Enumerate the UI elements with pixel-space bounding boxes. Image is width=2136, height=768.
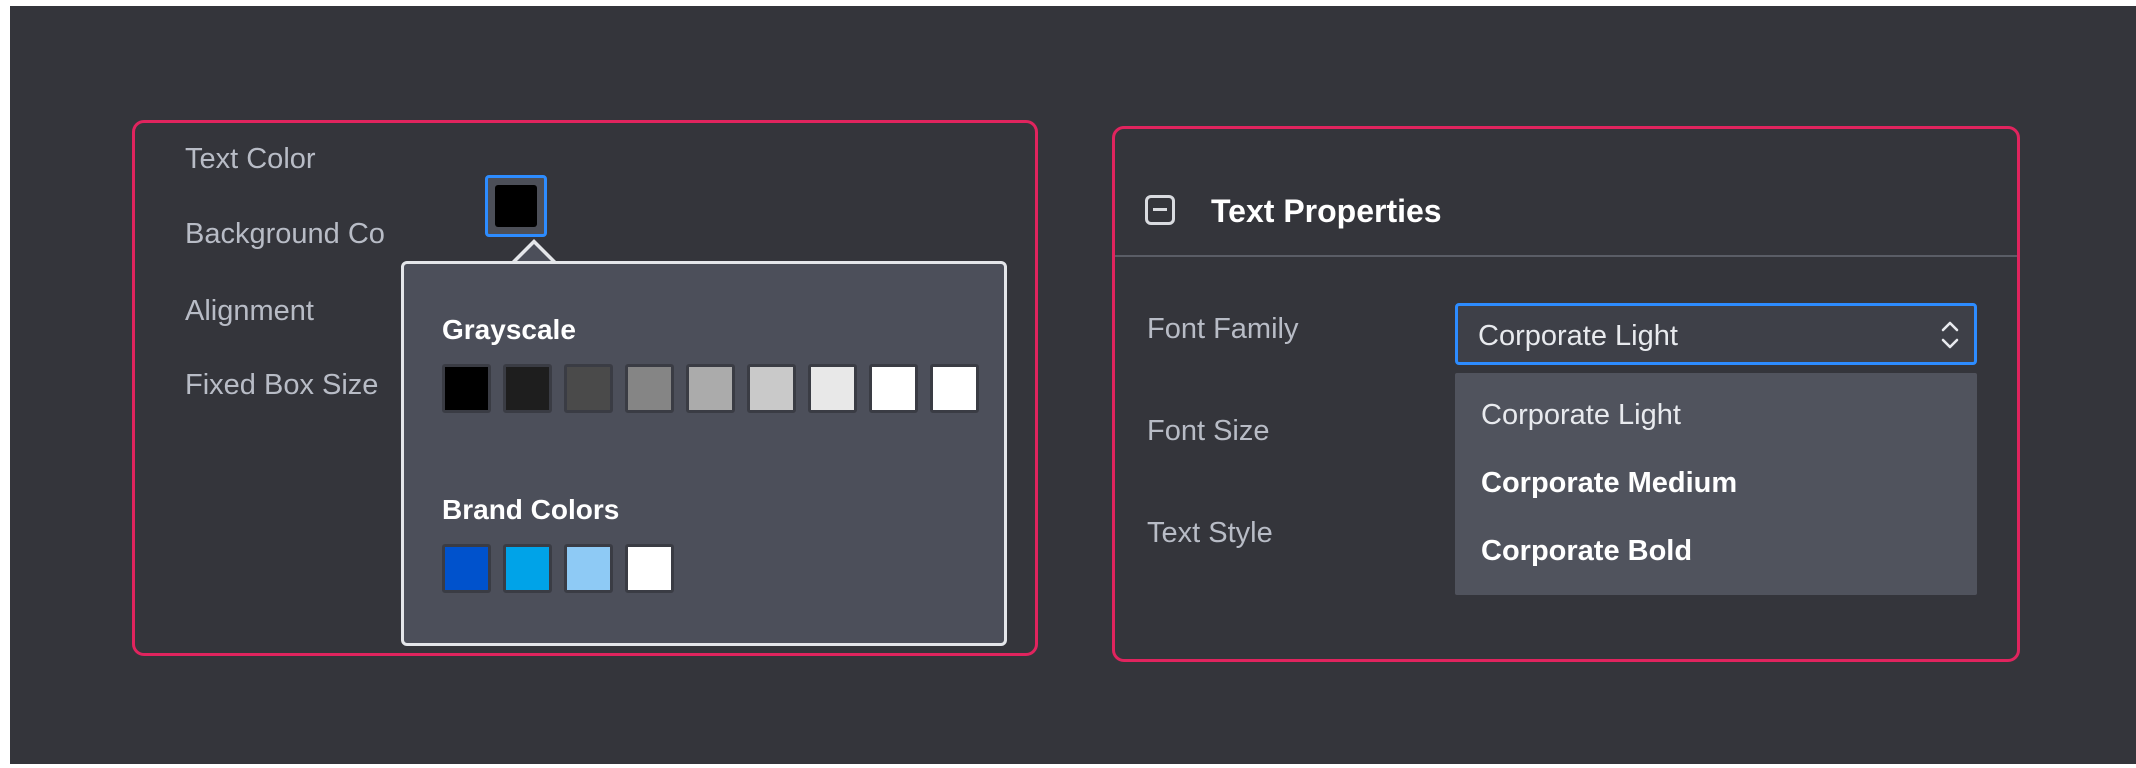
grayscale-swatch-2[interactable] [503,364,552,413]
selected-color-preview [495,185,537,227]
color-settings-panel: Text Color Background Co Alignment Fixed… [132,120,1038,656]
brand-swatch-2[interactable] [503,544,552,593]
grayscale-swatch-4[interactable] [625,364,674,413]
grayscale-swatches [442,364,1002,413]
grayscale-heading: Grayscale [442,314,576,345]
up-down-chevron-icon [1941,321,1959,349]
brand-colors-heading: Brand Colors [442,494,620,525]
brand-swatch-3[interactable] [564,544,613,593]
brand-swatch-1[interactable] [442,544,491,593]
font-option-corporate-light[interactable]: Corporate Light [1481,399,1681,432]
grayscale-swatch-7[interactable] [808,364,857,413]
canvas-background: Text Color Background Co Alignment Fixed… [10,6,2136,764]
fixed-box-size-label: Fixed Box Size [185,369,379,401]
grayscale-swatch-5[interactable] [686,364,735,413]
collapse-icon[interactable] [1145,195,1175,225]
text-style-label: Text Style [1147,517,1273,549]
grayscale-swatch-3[interactable] [564,364,613,413]
font-family-label: Font Family [1147,313,1299,345]
font-option-corporate-bold[interactable]: Corporate Bold [1481,535,1692,568]
brand-swatch-4[interactable] [625,544,674,593]
brand-color-swatches [442,544,1002,593]
font-family-selected-value: Corporate Light [1478,320,1678,352]
font-family-select[interactable]: Corporate Light [1455,303,1977,365]
section-title: Text Properties [1211,193,1442,229]
grayscale-swatch-6[interactable] [747,364,796,413]
font-family-dropdown-menu: Corporate Light Corporate Medium Corpora… [1455,373,1977,595]
grayscale-swatch-9[interactable] [930,364,979,413]
section-header: Text Properties [1115,129,2017,257]
background-color-label: Background Co [185,218,385,250]
text-color-swatch-button[interactable] [485,175,547,237]
text-color-label: Text Color [185,143,316,175]
text-properties-panel: Text Properties Font Family Font Size Te… [1112,126,2020,662]
grayscale-swatch-8[interactable] [869,364,918,413]
alignment-label: Alignment [185,295,314,327]
font-size-label: Font Size [1147,415,1270,447]
color-picker-popover: Grayscale Brand Colors [401,261,1007,646]
font-option-corporate-medium[interactable]: Corporate Medium [1481,467,1737,500]
grayscale-swatch-1[interactable] [442,364,491,413]
